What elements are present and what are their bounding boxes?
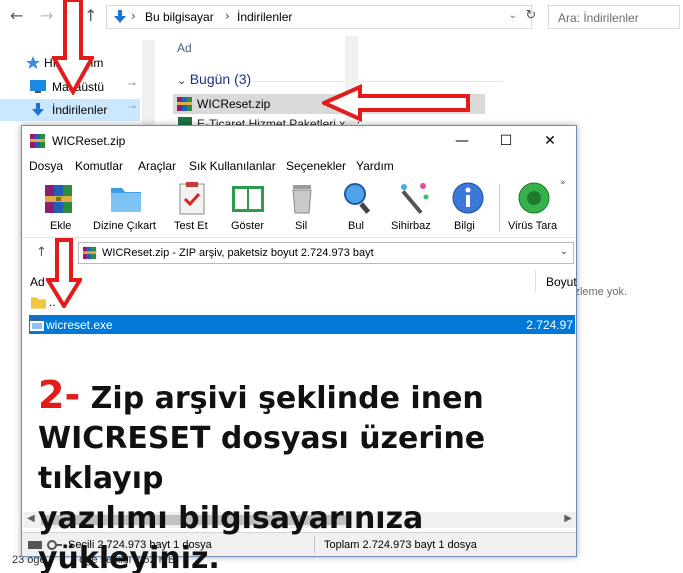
- menu-help[interactable]: Yardım: [356, 159, 394, 173]
- column-header-size[interactable]: Boyut: [535, 270, 577, 292]
- minimize-icon[interactable]: —: [442, 130, 482, 152]
- path-dropdown-icon[interactable]: ⌄: [560, 246, 568, 257]
- magic-wand-icon: [401, 183, 429, 215]
- breadcrumb-separator-icon: ›: [225, 9, 230, 23]
- group-chevron-icon: ⌄: [177, 74, 190, 87]
- winrar-app-icon: [30, 134, 45, 148]
- menu-favorites[interactable]: Sık Kullanılanlar: [189, 159, 276, 173]
- exe-file-icon: [30, 318, 44, 331]
- toolbar-separator: [499, 184, 500, 232]
- virus-scan-label: Virüs Tara: [508, 220, 558, 232]
- title-bar[interactable]: WICReset.zip — ☐ ✕: [22, 126, 576, 156]
- details-pane-message: izleme yok.: [572, 286, 628, 298]
- scroll-left-icon[interactable]: ◀: [27, 513, 35, 524]
- instruction-line-1: Zip arşivi şeklinde inen: [80, 381, 484, 416]
- find-button[interactable]: Bul: [338, 180, 378, 236]
- test-button[interactable]: Test Et: [170, 180, 214, 236]
- archive-file-name: wicreset.exe: [46, 318, 113, 332]
- archive-path-text: WICReset.zip - ZIP arşiv, paketsiz boyut…: [102, 247, 374, 259]
- instruction-line-2: WICRESET dosyası üzerine tıklayıp: [38, 421, 486, 496]
- breadcrumb-downloads[interactable]: İndirilenler: [237, 10, 292, 24]
- archive-file-row[interactable]: wicreset.exe 2.724.97: [29, 315, 575, 334]
- book-view-icon: [232, 186, 264, 212]
- archive-file-size: 2.724.97: [526, 318, 573, 332]
- column-header-name[interactable]: Ad: [30, 275, 45, 289]
- info-button[interactable]: Bilgi: [448, 180, 488, 236]
- star-icon: [26, 56, 40, 69]
- trash-icon: [292, 185, 312, 214]
- folder-icon: [31, 297, 46, 309]
- menu-commands[interactable]: Komutlar: [75, 159, 123, 173]
- info-icon: [452, 182, 484, 214]
- view-button[interactable]: Göster: [226, 180, 272, 236]
- column-header-size-label: Boyut: [546, 275, 577, 289]
- search-input[interactable]: Ara: İndirilenler: [548, 5, 680, 29]
- address-dropdown-icon[interactable]: ⌄: [509, 10, 517, 21]
- down-arrow-annotation-top: [52, 0, 94, 95]
- pin-icon: ⊸: [127, 79, 136, 90]
- delete-label: Sil: [295, 220, 308, 232]
- back-arrow-icon[interactable]: ←: [10, 8, 23, 24]
- downloads-icon: [114, 10, 126, 23]
- menu-file[interactable]: Dosya: [29, 159, 63, 173]
- winrar-archive-icon: [83, 246, 97, 260]
- address-bar-area: ← → ⌄ ↑ › Bu bilgisayar › İndirilenler ⌄…: [0, 0, 683, 34]
- left-arrow-annotation: [322, 84, 470, 122]
- breadcrumb-this-pc[interactable]: Bu bilgisayar: [145, 10, 214, 24]
- downloads-icon: [32, 103, 44, 116]
- info-label: Bilgi: [454, 220, 475, 232]
- sidebar-item-downloads[interactable]: İndirilenler ⊸: [0, 99, 140, 121]
- menu-bar: Dosya Komutlar Araçlar Sık Kullanılanlar…: [22, 156, 576, 176]
- wizard-label: Sihirbaz: [391, 220, 431, 232]
- extract-label: Dizine Çıkart: [93, 220, 156, 232]
- virus-scan-button[interactable]: Virüs Tara: [506, 180, 564, 236]
- instruction-line-3: yazılımı bilgisayarınıza yükleyiniz.: [38, 501, 424, 573]
- instruction-text: 2- Zip arşivi şeklinde inen WICRESET dos…: [38, 375, 598, 573]
- archive-path-field[interactable]: WICReset.zip - ZIP arşiv, paketsiz boyut…: [78, 242, 574, 264]
- sidebar-scrollbar[interactable]: [142, 40, 155, 125]
- path-bar: ↑ WICReset.zip - ZIP arşiv, paketsiz boy…: [22, 240, 576, 266]
- address-field[interactable]: › Bu bilgisayar › İndirilenler ⌄: [106, 5, 532, 29]
- add-archive-icon: [45, 185, 72, 213]
- group-divider: [253, 81, 503, 82]
- wizard-button[interactable]: Sihirbaz: [388, 180, 438, 236]
- parent-folder-row[interactable]: ..: [29, 295, 549, 313]
- winrar-archive-icon: [177, 97, 192, 111]
- find-label: Bul: [348, 220, 364, 232]
- toolbar-overflow-icon[interactable]: »: [560, 178, 566, 188]
- desktop-icon: [30, 80, 46, 93]
- maximize-icon[interactable]: ☐: [486, 130, 526, 152]
- group-header[interactable]: ⌄ Bugün (3): [177, 71, 251, 87]
- file-name: WICReset.zip: [197, 97, 271, 111]
- breadcrumb-separator-icon: ›: [131, 9, 136, 23]
- extract-button[interactable]: Dizine Çıkart: [90, 180, 166, 236]
- group-label: Bugün (3): [189, 71, 252, 87]
- search-placeholder: Ara: İndirilenler: [558, 11, 639, 25]
- test-clipboard-icon: [179, 182, 205, 215]
- magnifier-icon: [344, 183, 371, 214]
- menu-options[interactable]: Seçenekler: [286, 159, 346, 173]
- folder-extract-icon: [111, 188, 141, 212]
- delete-button[interactable]: Sil: [284, 180, 320, 236]
- test-label: Test Et: [174, 220, 208, 232]
- view-label: Göster: [231, 220, 265, 232]
- virus-scan-icon: [518, 182, 550, 214]
- menu-tools[interactable]: Araçlar: [138, 159, 176, 173]
- window-title: WICReset.zip: [52, 134, 126, 148]
- down-arrow-annotation-bottom: [46, 238, 82, 308]
- toolbar: Ekle Dizine Çıkart Test Et Göster Sil Bu…: [22, 176, 576, 238]
- close-icon[interactable]: ✕: [530, 130, 570, 152]
- add-label: Ekle: [50, 220, 72, 232]
- step-number: 2-: [38, 373, 81, 417]
- refresh-icon[interactable]: ↻: [520, 5, 542, 29]
- column-header-name[interactable]: Ad: [177, 41, 192, 55]
- sidebar-item-label: İndirilenler: [52, 103, 108, 117]
- add-button[interactable]: Ekle: [36, 180, 86, 236]
- pin-icon: ⊸: [127, 102, 136, 113]
